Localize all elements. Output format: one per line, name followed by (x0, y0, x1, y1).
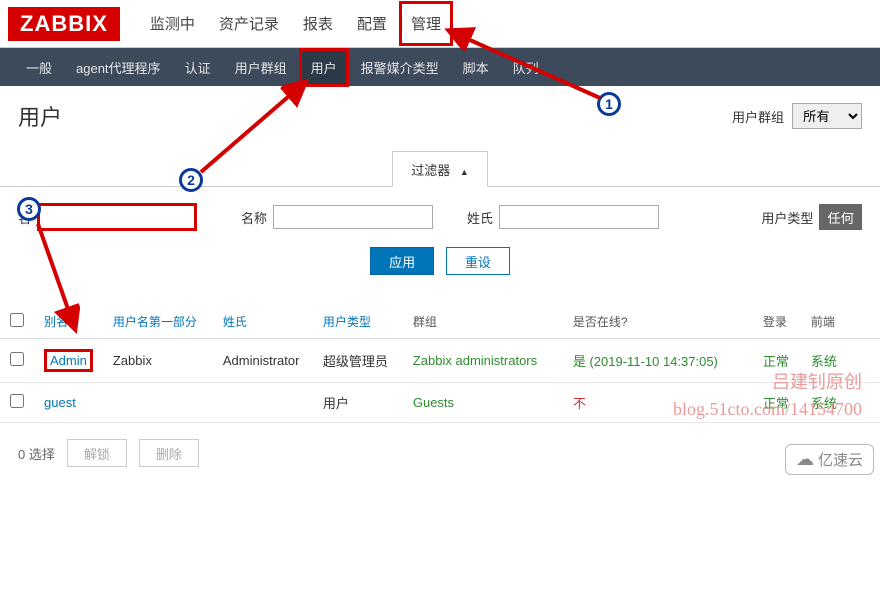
cell-name: Zabbix (103, 339, 213, 383)
annotation-arrow-2 (195, 76, 315, 176)
filter-name-label: 名称 (241, 208, 267, 227)
row-checkbox[interactable] (10, 394, 24, 408)
user-group-label: 用户群组 (732, 107, 784, 126)
logo: ZABBIX (8, 7, 120, 41)
col-type[interactable]: 用户类型 (313, 305, 403, 339)
cell-online: 是 (2019-11-10 14:37:05) (573, 354, 718, 369)
watermark-author: 吕建钊原创 blog.51cto.com/14154700 (673, 369, 862, 423)
col-name[interactable]: 用户名第一部分 (103, 305, 213, 339)
cell-online: 不 (573, 396, 586, 411)
subnav-general[interactable]: 一般 (14, 48, 64, 87)
cell-surname (213, 383, 313, 423)
table-header-row: 别名 用户名第一部分 姓氏 用户类型 群组 是否在线? 登录 前端 (0, 305, 880, 339)
user-group-select[interactable]: 所有 (792, 103, 862, 129)
cell-type: 用户 (313, 383, 403, 423)
user-alias-link[interactable]: Admin (44, 349, 93, 372)
filter-type-label: 用户类型 (761, 208, 813, 227)
watermark-brand: ☁ 亿速云 (785, 444, 874, 475)
watermark-line1: 吕建钊原创 (673, 369, 862, 396)
col-online: 是否在线? (563, 305, 753, 339)
annotation-arrow-1 (440, 24, 610, 104)
cell-frontend: 系统 (811, 354, 837, 369)
user-group-filter: 用户群组 所有 (732, 103, 862, 129)
select-all-checkbox[interactable] (10, 313, 24, 327)
filter-toggle-label: 过滤器 (411, 163, 450, 178)
subnav-proxies[interactable]: agent代理程序 (64, 48, 173, 87)
cloud-icon: ☁ (796, 449, 814, 470)
group-link[interactable]: Guests (413, 395, 454, 410)
cell-login: 正常 (763, 354, 789, 369)
col-surname[interactable]: 姓氏 (213, 305, 313, 339)
unlock-button[interactable]: 解锁 (67, 439, 127, 467)
reset-button[interactable]: 重设 (446, 247, 510, 275)
annotation-arrow-3 (30, 220, 90, 335)
cell-type: 超级管理员 (313, 339, 403, 383)
filter-surname-label: 姓氏 (467, 208, 493, 227)
filter-name-input[interactable] (273, 205, 433, 229)
filter-surname-input[interactable] (499, 205, 659, 229)
cell-surname: Administrator (213, 339, 313, 383)
apply-button[interactable]: 应用 (370, 247, 434, 275)
watermark-brand-text: 亿速云 (818, 449, 863, 470)
watermark-line2: blog.51cto.com/14154700 (673, 396, 862, 423)
nav-configuration[interactable]: 配置 (345, 1, 399, 46)
nav-reports[interactable]: 报表 (291, 1, 345, 46)
col-login: 登录 (753, 305, 801, 339)
user-alias-link[interactable]: guest (44, 395, 76, 410)
selected-count: 0 选择 (18, 444, 55, 463)
delete-button[interactable]: 删除 (139, 439, 199, 467)
annotation-badge-3: 3 (17, 197, 41, 221)
nav-inventory[interactable]: 资产记录 (207, 1, 291, 46)
row-checkbox[interactable] (10, 352, 24, 366)
footer-actions: 0 选择 解锁 删除 (0, 423, 880, 483)
group-link[interactable]: Zabbix administrators (413, 353, 537, 368)
filter-tab-row: 过滤器 ▲ (0, 150, 880, 186)
col-groups: 群组 (403, 305, 563, 339)
page-title: 用户 (18, 100, 62, 132)
nav-monitoring[interactable]: 监测中 (138, 1, 207, 46)
filter-panel: 名 名称 姓氏 用户类型 任何 应用 重设 (0, 186, 880, 285)
subnav-mediatypes[interactable]: 报警媒介类型 (349, 48, 451, 87)
col-frontend: 前端 (801, 305, 880, 339)
cell-name (103, 383, 213, 423)
filter-type-button[interactable]: 任何 (819, 204, 862, 230)
chevron-up-icon: ▲ (460, 167, 469, 177)
filter-toggle[interactable]: 过滤器 ▲ (392, 151, 488, 187)
